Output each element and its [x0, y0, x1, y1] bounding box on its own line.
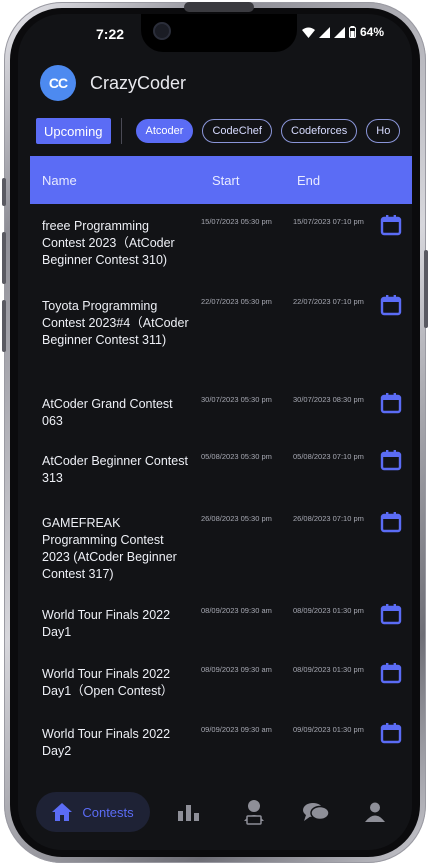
chip-atcoder[interactable]: Atcoder — [135, 119, 194, 143]
status-bar: 7:22 64% — [18, 14, 412, 54]
phone-volume-down-button — [2, 300, 6, 352]
contest-row[interactable]: GAMEFREAK Programming Contest 2023 (AtCo… — [30, 501, 412, 593]
contest-end: 05/08/2023 07:10 pm — [293, 452, 364, 461]
contest-end: 09/09/2023 01:30 pm — [293, 725, 364, 734]
battery-percentage: 64% — [359, 25, 384, 39]
contest-start: 22/07/2023 05:30 pm — [201, 297, 272, 306]
home-icon — [52, 803, 73, 821]
status-time: 7:22 — [96, 26, 125, 42]
contest-end: 08/09/2023 01:30 pm — [293, 665, 364, 674]
phone-side-button — [2, 178, 6, 206]
contest-row[interactable]: Toyota Programming Contest 2023#4（AtCode… — [30, 284, 412, 382]
profile-icon — [365, 802, 385, 822]
contest-start: 26/08/2023 05:30 pm — [201, 514, 272, 523]
column-header-name: Name — [42, 173, 77, 188]
contest-start: 08/09/2023 09:30 am — [201, 665, 272, 674]
contest-end: 08/09/2023 01:30 pm — [293, 606, 364, 615]
nav-contests-label: Contests — [82, 804, 134, 820]
contest-name: AtCoder Grand Contest 063 — [42, 397, 173, 428]
calendar-icon[interactable] — [380, 722, 402, 744]
chip-codeforces[interactable]: Codeforces — [281, 119, 358, 143]
calendar-icon[interactable] — [380, 294, 402, 316]
signal-icon — [318, 26, 330, 38]
calendar-icon[interactable] — [380, 214, 402, 236]
nav-contests[interactable]: Contests — [36, 792, 150, 832]
contest-start: 08/09/2023 09:30 am — [201, 606, 272, 615]
contest-end: 22/07/2023 07:10 pm — [293, 297, 364, 306]
signal-icon-2 — [333, 26, 345, 38]
notch — [141, 14, 297, 52]
chip-codechef[interactable]: CodeChef — [202, 119, 272, 143]
contest-row[interactable]: World Tour Finals 2022 Day1（Open Contest… — [30, 652, 412, 712]
bar-chart-icon — [178, 805, 199, 821]
calendar-icon[interactable] — [380, 392, 402, 414]
wifi-icon — [301, 27, 315, 38]
chip-hackerearth[interactable]: Ho — [366, 119, 401, 143]
phone-speaker-slot — [184, 2, 254, 12]
contest-row[interactable]: freee Programming Contest 2023（AtCoder B… — [30, 204, 412, 284]
contest-start: 09/09/2023 09:30 am — [201, 725, 272, 734]
contest-start: 15/07/2023 05:30 pm — [201, 217, 272, 226]
nav-coder[interactable] — [238, 792, 270, 832]
app-logo: CC — [40, 65, 76, 101]
contest-row[interactable]: World Tour Finals 2022 Day1 08/09/2023 0… — [30, 593, 412, 652]
contest-start: 05/08/2023 05:30 pm — [201, 452, 272, 461]
filter-bar: Upcoming Atcoder CodeChef Codeforces Ho — [36, 117, 412, 145]
upcoming-button[interactable]: Upcoming — [36, 118, 111, 144]
contest-row[interactable]: AtCoder Grand Contest 063 30/07/2023 05:… — [30, 382, 412, 439]
contest-name: World Tour Finals 2022 Day2 — [42, 727, 171, 758]
contest-end: 15/07/2023 07:10 pm — [293, 217, 364, 226]
calendar-icon[interactable] — [380, 511, 402, 533]
calendar-icon[interactable] — [380, 449, 402, 471]
contest-end: 30/07/2023 08:30 pm — [293, 395, 364, 404]
status-icons: 64% — [301, 25, 384, 39]
bottom-nav: Contests — [18, 784, 412, 850]
phone-volume-up-button — [2, 232, 6, 284]
nav-chat[interactable] — [300, 792, 332, 832]
contest-row[interactable]: World Tour Finals 2022 Day2 09/09/2023 0… — [30, 712, 412, 774]
table-header: Name Start End — [30, 156, 412, 204]
nav-stats[interactable] — [174, 792, 204, 832]
contest-row-partial[interactable] — [30, 774, 412, 784]
column-header-end: End — [297, 173, 321, 188]
contest-name: Toyota Programming Contest 2023#4（AtCode… — [42, 299, 189, 347]
contest-row[interactable]: AtCoder Beginner Contest 313 05/08/2023 … — [30, 439, 412, 501]
contest-name: World Tour Finals 2022 Day1（Open Contest… — [42, 667, 174, 698]
contest-name: World Tour Finals 2022 Day1 — [42, 608, 171, 639]
contest-start: 30/07/2023 05:30 pm — [201, 395, 272, 404]
calendar-icon[interactable] — [380, 662, 402, 684]
app-logo-text: CC — [48, 75, 68, 91]
battery-icon — [348, 26, 356, 38]
calendar-icon[interactable] — [380, 603, 402, 625]
contest-name: freee Programming Contest 2023（AtCoder B… — [42, 219, 175, 267]
contest-end: 26/08/2023 07:10 pm — [293, 514, 364, 523]
contest-list[interactable]: freee Programming Contest 2023（AtCoder B… — [30, 204, 412, 784]
contest-name: GAMEFREAK Programming Contest 2023 (AtCo… — [42, 516, 177, 581]
camera-icon — [153, 22, 171, 40]
nav-profile[interactable] — [363, 792, 387, 832]
coder-icon — [244, 800, 264, 825]
chat-icon — [303, 803, 329, 821]
column-header-start: Start — [212, 173, 240, 188]
app-title: CrazyCoder — [90, 72, 187, 93]
contest-name: AtCoder Beginner Contest 313 — [42, 454, 188, 485]
screen: 7:22 64% CC CrazyCoder Upcoming Atcoder … — [18, 14, 412, 850]
phone-power-button — [424, 250, 428, 328]
app-header: CC CrazyCoder — [40, 64, 186, 102]
filter-divider — [120, 118, 122, 144]
